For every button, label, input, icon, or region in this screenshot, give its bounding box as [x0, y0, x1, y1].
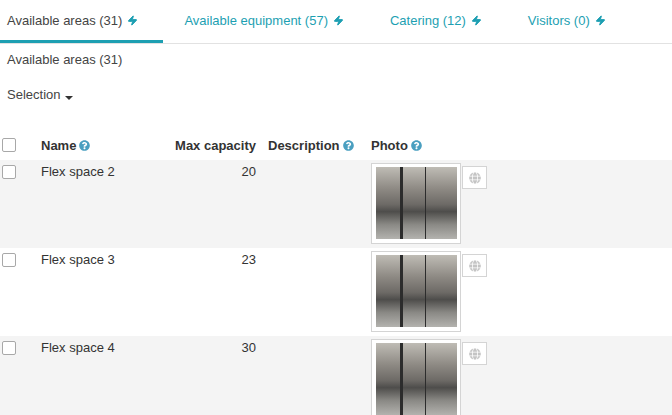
- tab[interactable]: Available areas (31): [0, 0, 163, 43]
- capacity-cell: 20: [168, 160, 256, 180]
- lightning-icon: [471, 15, 482, 26]
- photo-frame[interactable]: [371, 339, 461, 415]
- tab[interactable]: Available equipment (57): [177, 0, 369, 43]
- capacity-cell: 23: [168, 248, 256, 268]
- row-checkbox[interactable]: [2, 165, 16, 179]
- table-header: NameMax capacityDescriptionPhoto: [0, 130, 672, 160]
- section-title: Available areas (31): [0, 44, 672, 68]
- content: Available areas (31) Selection NameMax cap…: [0, 44, 672, 415]
- photo-frame[interactable]: [371, 163, 461, 244]
- name-cell: Flex space 3: [41, 248, 168, 268]
- column-header[interactable]: Name: [41, 138, 168, 153]
- column-header[interactable]: Photo: [371, 138, 672, 153]
- description-cell: [256, 248, 371, 252]
- photo: [376, 343, 457, 415]
- lightning-icon: [127, 15, 138, 26]
- description-cell: [256, 160, 371, 164]
- help-icon[interactable]: [343, 140, 354, 151]
- tab[interactable]: Catering (12): [383, 0, 507, 43]
- description-cell: [256, 336, 371, 340]
- tab[interactable]: Visitors (0): [521, 0, 631, 43]
- name-cell: Flex space 2: [41, 160, 168, 180]
- row-checkbox[interactable]: [2, 253, 16, 267]
- globe-icon: [469, 348, 481, 360]
- globe-button[interactable]: [462, 342, 487, 365]
- help-icon[interactable]: [79, 140, 90, 151]
- globe-icon: [469, 260, 481, 272]
- help-icon[interactable]: [411, 140, 422, 151]
- table: NameMax capacityDescriptionPhotoFlex spa…: [0, 130, 672, 415]
- table-row[interactable]: Flex space 220: [0, 160, 672, 248]
- lightning-icon: [595, 15, 606, 26]
- column-header[interactable]: Description: [256, 138, 371, 153]
- capacity-cell: 30: [168, 336, 256, 356]
- globe-button[interactable]: [462, 254, 487, 277]
- tab-bar: Available areas (31) Available equipment …: [0, 0, 672, 44]
- photo-frame[interactable]: [371, 251, 461, 332]
- photo-cell: [371, 248, 672, 332]
- caret-icon: [65, 96, 73, 100]
- photo: [376, 255, 457, 327]
- photo-cell: [371, 160, 672, 244]
- select-all-checkbox[interactable]: [2, 138, 16, 152]
- row-checkbox[interactable]: [2, 341, 16, 355]
- globe-icon: [469, 172, 481, 184]
- selection-menu[interactable]: Selection: [0, 87, 80, 103]
- photo-cell: [371, 336, 672, 415]
- globe-button[interactable]: [462, 166, 487, 189]
- photo: [376, 167, 457, 239]
- column-header[interactable]: Max capacity: [168, 138, 256, 153]
- lightning-icon: [333, 15, 344, 26]
- page: Available areas (31)Available equipment …: [0, 0, 672, 415]
- table-row[interactable]: Flex space 323: [0, 248, 672, 336]
- name-cell: Flex space 4: [41, 336, 168, 356]
- table-row[interactable]: Flex space 430: [0, 336, 672, 415]
